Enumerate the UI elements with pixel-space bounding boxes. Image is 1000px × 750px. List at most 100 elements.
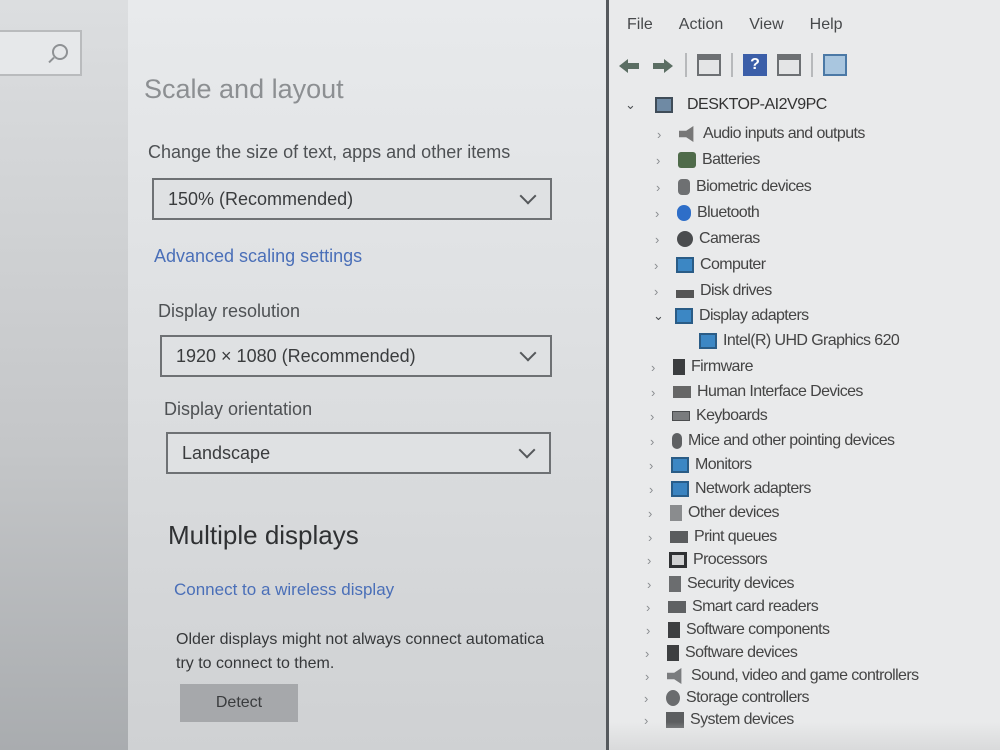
chevron-right-icon[interactable]: › (657, 127, 671, 142)
chevron-right-icon[interactable]: › (656, 153, 670, 168)
tree-item-computer[interactable]: › Computer (654, 256, 766, 274)
scan-monitor-icon[interactable] (823, 54, 847, 76)
chevron-right-icon[interactable]: › (648, 530, 662, 545)
tree-item-hid[interactable]: › Human Interface Devices (651, 383, 863, 401)
chip-icon (673, 359, 685, 375)
battery-icon (678, 152, 696, 168)
chevron-right-icon[interactable]: › (654, 284, 668, 299)
chevron-down-icon[interactable]: ⌄ (625, 97, 639, 113)
tree-item-label: Security devices (687, 575, 795, 592)
software-icon (667, 645, 679, 661)
menu-action[interactable]: Action (679, 16, 723, 42)
forward-arrow-icon[interactable] (651, 54, 675, 76)
settings-search-box[interactable] (0, 30, 82, 76)
chevron-down-icon (519, 187, 537, 205)
storage-icon (666, 690, 680, 706)
tree-item-software-devices[interactable]: › Software devices (645, 644, 798, 662)
tree-item-label: Network adapters (695, 480, 811, 497)
tree-item-label: Processors (693, 551, 768, 568)
device-manager-window: File Action View Help ? ⌄ DESKTOP-AI2V9P… (606, 0, 1000, 750)
orientation-label: Display orientation (164, 399, 313, 419)
tree-item-label: Computer (700, 256, 766, 273)
monitor-icon (671, 457, 689, 473)
tree-item-label: Monitors (695, 456, 752, 473)
chevron-right-icon[interactable]: › (654, 258, 668, 273)
chevron-right-icon[interactable]: › (649, 482, 663, 497)
chevron-right-icon[interactable]: › (647, 553, 661, 568)
tree-item-label: Mice and other pointing devices (688, 432, 895, 449)
tree-item-mice[interactable]: › Mice and other pointing devices (650, 432, 895, 450)
back-arrow-icon[interactable] (617, 54, 641, 76)
tree-item-keyboards[interactable]: › Keyboards (650, 407, 768, 425)
other-device-icon (670, 505, 682, 521)
chevron-right-icon[interactable]: › (648, 506, 662, 521)
advanced-scaling-link[interactable]: Advanced scaling settings (154, 246, 362, 267)
help-icon[interactable]: ? (743, 54, 767, 76)
resolution-dropdown[interactable]: 1920 × 1080 (Recommended) (160, 335, 552, 377)
tree-item-disk-drives[interactable]: › Disk drives (654, 282, 772, 300)
older-text-line1: Older displays might not always connect … (176, 631, 545, 648)
chevron-right-icon[interactable]: › (644, 691, 658, 706)
tree-item-firmware[interactable]: › Firmware (651, 358, 753, 376)
tree-item-smart-card[interactable]: › Smart card readers (646, 598, 819, 616)
tree-item-label: Other devices (688, 504, 780, 521)
tree-item-security[interactable]: › Security devices (647, 575, 795, 593)
tree-item-cameras[interactable]: › Cameras (655, 230, 760, 248)
tree-item-label: Print queues (694, 528, 777, 545)
tree-item-biometric[interactable]: › Biometric devices (656, 178, 812, 196)
chevron-right-icon[interactable]: › (646, 600, 660, 615)
chevron-right-icon[interactable]: › (650, 434, 664, 449)
tree-item-monitors[interactable]: › Monitors (649, 456, 752, 474)
tree-item-label: Intel(R) UHD Graphics 620 (723, 332, 900, 349)
tree-item-storage[interactable]: › Storage controllers (644, 689, 809, 707)
tree-item-network[interactable]: › Network adapters (649, 480, 811, 498)
chevron-right-icon[interactable]: › (645, 669, 659, 684)
camera-icon (677, 231, 693, 247)
search-icon[interactable] (52, 44, 68, 60)
detect-button[interactable]: Detect (180, 684, 298, 722)
orientation-dropdown[interactable]: Landscape (166, 432, 551, 474)
scale-layout-heading: Scale and layout (144, 74, 344, 104)
chevron-right-icon[interactable]: › (655, 232, 669, 247)
tree-item-intel-graphics[interactable]: Intel(R) UHD Graphics 620 (699, 332, 900, 350)
software-icon (668, 622, 680, 638)
tree-item-label: Display adapters (699, 307, 809, 324)
chevron-right-icon[interactable]: › (656, 180, 670, 195)
tree-item-print-queues[interactable]: › Print queues (648, 528, 777, 546)
chevron-right-icon[interactable]: › (646, 623, 660, 638)
printer-icon (670, 531, 688, 543)
tree-item-label: Cameras (699, 230, 760, 247)
chevron-right-icon[interactable]: › (651, 360, 665, 375)
menu-help[interactable]: Help (810, 16, 843, 42)
tree-item-bluetooth[interactable]: › Bluetooth (655, 204, 760, 222)
chevron-down-icon[interactable]: ⌄ (653, 308, 667, 324)
tree-item-processors[interactable]: › Processors (647, 551, 768, 569)
tree-item-display-adapters[interactable]: ⌄ Display adapters (653, 307, 809, 325)
menu-view[interactable]: View (749, 16, 783, 42)
tree-root[interactable]: ⌄ DESKTOP-AI2V9PC (625, 96, 827, 114)
chevron-right-icon[interactable]: › (651, 385, 665, 400)
menu-file[interactable]: File (627, 16, 653, 42)
update-driver-icon[interactable] (777, 54, 801, 76)
tree-item-sound[interactable]: › Sound, video and game controllers (645, 667, 919, 685)
properties-window-icon[interactable] (697, 54, 721, 76)
sound-icon (667, 668, 682, 684)
monitor-icon (676, 257, 694, 273)
wireless-display-link[interactable]: Connect to a wireless display (174, 580, 394, 600)
chevron-right-icon[interactable]: › (655, 206, 669, 221)
chevron-right-icon[interactable]: › (645, 646, 659, 661)
tree-item-label: Smart card readers (692, 598, 819, 615)
tree-item-software-components[interactable]: › Software components (646, 621, 830, 639)
tree-item-label: Disk drives (700, 282, 772, 299)
chevron-down-icon (519, 344, 537, 362)
tree-item-other[interactable]: › Other devices (648, 504, 780, 522)
tree-item-audio[interactable]: › Audio inputs and outputs (657, 125, 865, 143)
chevron-right-icon[interactable]: › (647, 577, 661, 592)
scale-dropdown[interactable]: 150% (Recommended) (152, 178, 552, 220)
tree-item-batteries[interactable]: › Batteries (656, 151, 760, 169)
chevron-right-icon[interactable]: › (650, 409, 664, 424)
chevron-right-icon[interactable]: › (649, 458, 663, 473)
processor-icon (669, 552, 687, 568)
tree-bottom-fade (609, 722, 1000, 750)
toolbar: ? (617, 50, 847, 80)
